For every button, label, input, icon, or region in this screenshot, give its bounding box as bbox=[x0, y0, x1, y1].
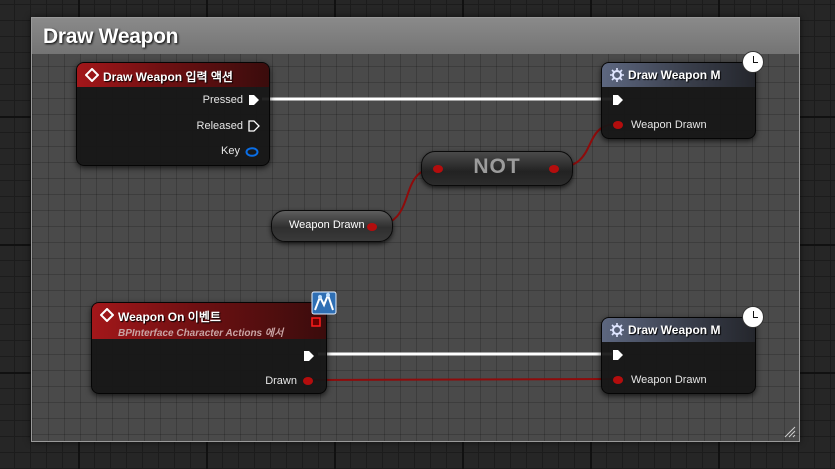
input-action-header[interactable]: Draw Weapon 입력 액션 bbox=[77, 63, 269, 87]
drawn-bool-pin[interactable] bbox=[302, 376, 314, 386]
pressed-exec-pin[interactable] bbox=[248, 94, 260, 106]
key-struct-pin[interactable] bbox=[245, 147, 259, 157]
interface-message-icon bbox=[311, 291, 337, 315]
event-delegate-pin[interactable] bbox=[311, 317, 321, 327]
bool-wire-drawn[interactable] bbox=[311, 378, 618, 381]
set-bottom-pin-label: Weapon Drawn bbox=[631, 374, 707, 386]
weapon-drawn-variable-label: Weapon Drawn bbox=[289, 219, 365, 231]
pressed-label: Pressed bbox=[202, 94, 243, 106]
gear-icon bbox=[610, 323, 624, 337]
not-output-pin[interactable] bbox=[548, 164, 560, 174]
set-top-exec-in-pin[interactable] bbox=[612, 94, 624, 106]
set-bottom-exec-in-pin[interactable] bbox=[612, 349, 624, 361]
event-subtitle: BPInterface Character Actions 에서 bbox=[118, 328, 284, 339]
set-top-bool-pin[interactable] bbox=[612, 120, 624, 130]
event-exec-out-pin[interactable] bbox=[303, 350, 315, 362]
not-node[interactable]: NOT bbox=[421, 151, 573, 186]
not-input-pin[interactable] bbox=[432, 164, 444, 174]
clock-icon bbox=[742, 306, 764, 328]
gear-icon bbox=[610, 68, 624, 82]
event-header[interactable]: Weapon On 이벤트 BPInterface Character Acti… bbox=[92, 303, 326, 339]
event-title: Weapon On 이벤트 bbox=[118, 310, 221, 324]
weapon-on-event-node[interactable]: Weapon On 이벤트 BPInterface Character Acti… bbox=[91, 302, 327, 394]
weapon-drawn-variable-node[interactable]: Weapon Drawn bbox=[271, 210, 393, 242]
set-node-bottom-header[interactable]: Draw Weapon M bbox=[602, 318, 755, 342]
clock-icon bbox=[742, 51, 764, 73]
event-diamond-icon bbox=[85, 68, 99, 82]
drawn-label: Drawn bbox=[265, 375, 297, 387]
set-node-top-header[interactable]: Draw Weapon M bbox=[602, 63, 755, 87]
key-label: Key bbox=[221, 145, 240, 157]
released-label: Released bbox=[196, 120, 243, 132]
set-weapon-drawn-node-bottom[interactable]: Draw Weapon M Weapon Drawn bbox=[601, 317, 756, 394]
set-top-pin-label: Weapon Drawn bbox=[631, 119, 707, 131]
event-diamond-icon bbox=[100, 308, 114, 322]
input-action-title: Draw Weapon 입력 액션 bbox=[103, 70, 233, 84]
set-weapon-drawn-node-top[interactable]: Draw Weapon M Weapon Drawn bbox=[601, 62, 756, 139]
set-bottom-bool-pin[interactable] bbox=[612, 375, 624, 385]
variable-output-pin[interactable] bbox=[366, 222, 378, 232]
set-node-bottom-title: Draw Weapon M bbox=[628, 323, 721, 337]
released-exec-pin[interactable] bbox=[248, 120, 260, 132]
set-node-top-title: Draw Weapon M bbox=[628, 68, 721, 82]
input-action-node[interactable]: Draw Weapon 입력 액션 Pressed Released Key bbox=[76, 62, 270, 166]
